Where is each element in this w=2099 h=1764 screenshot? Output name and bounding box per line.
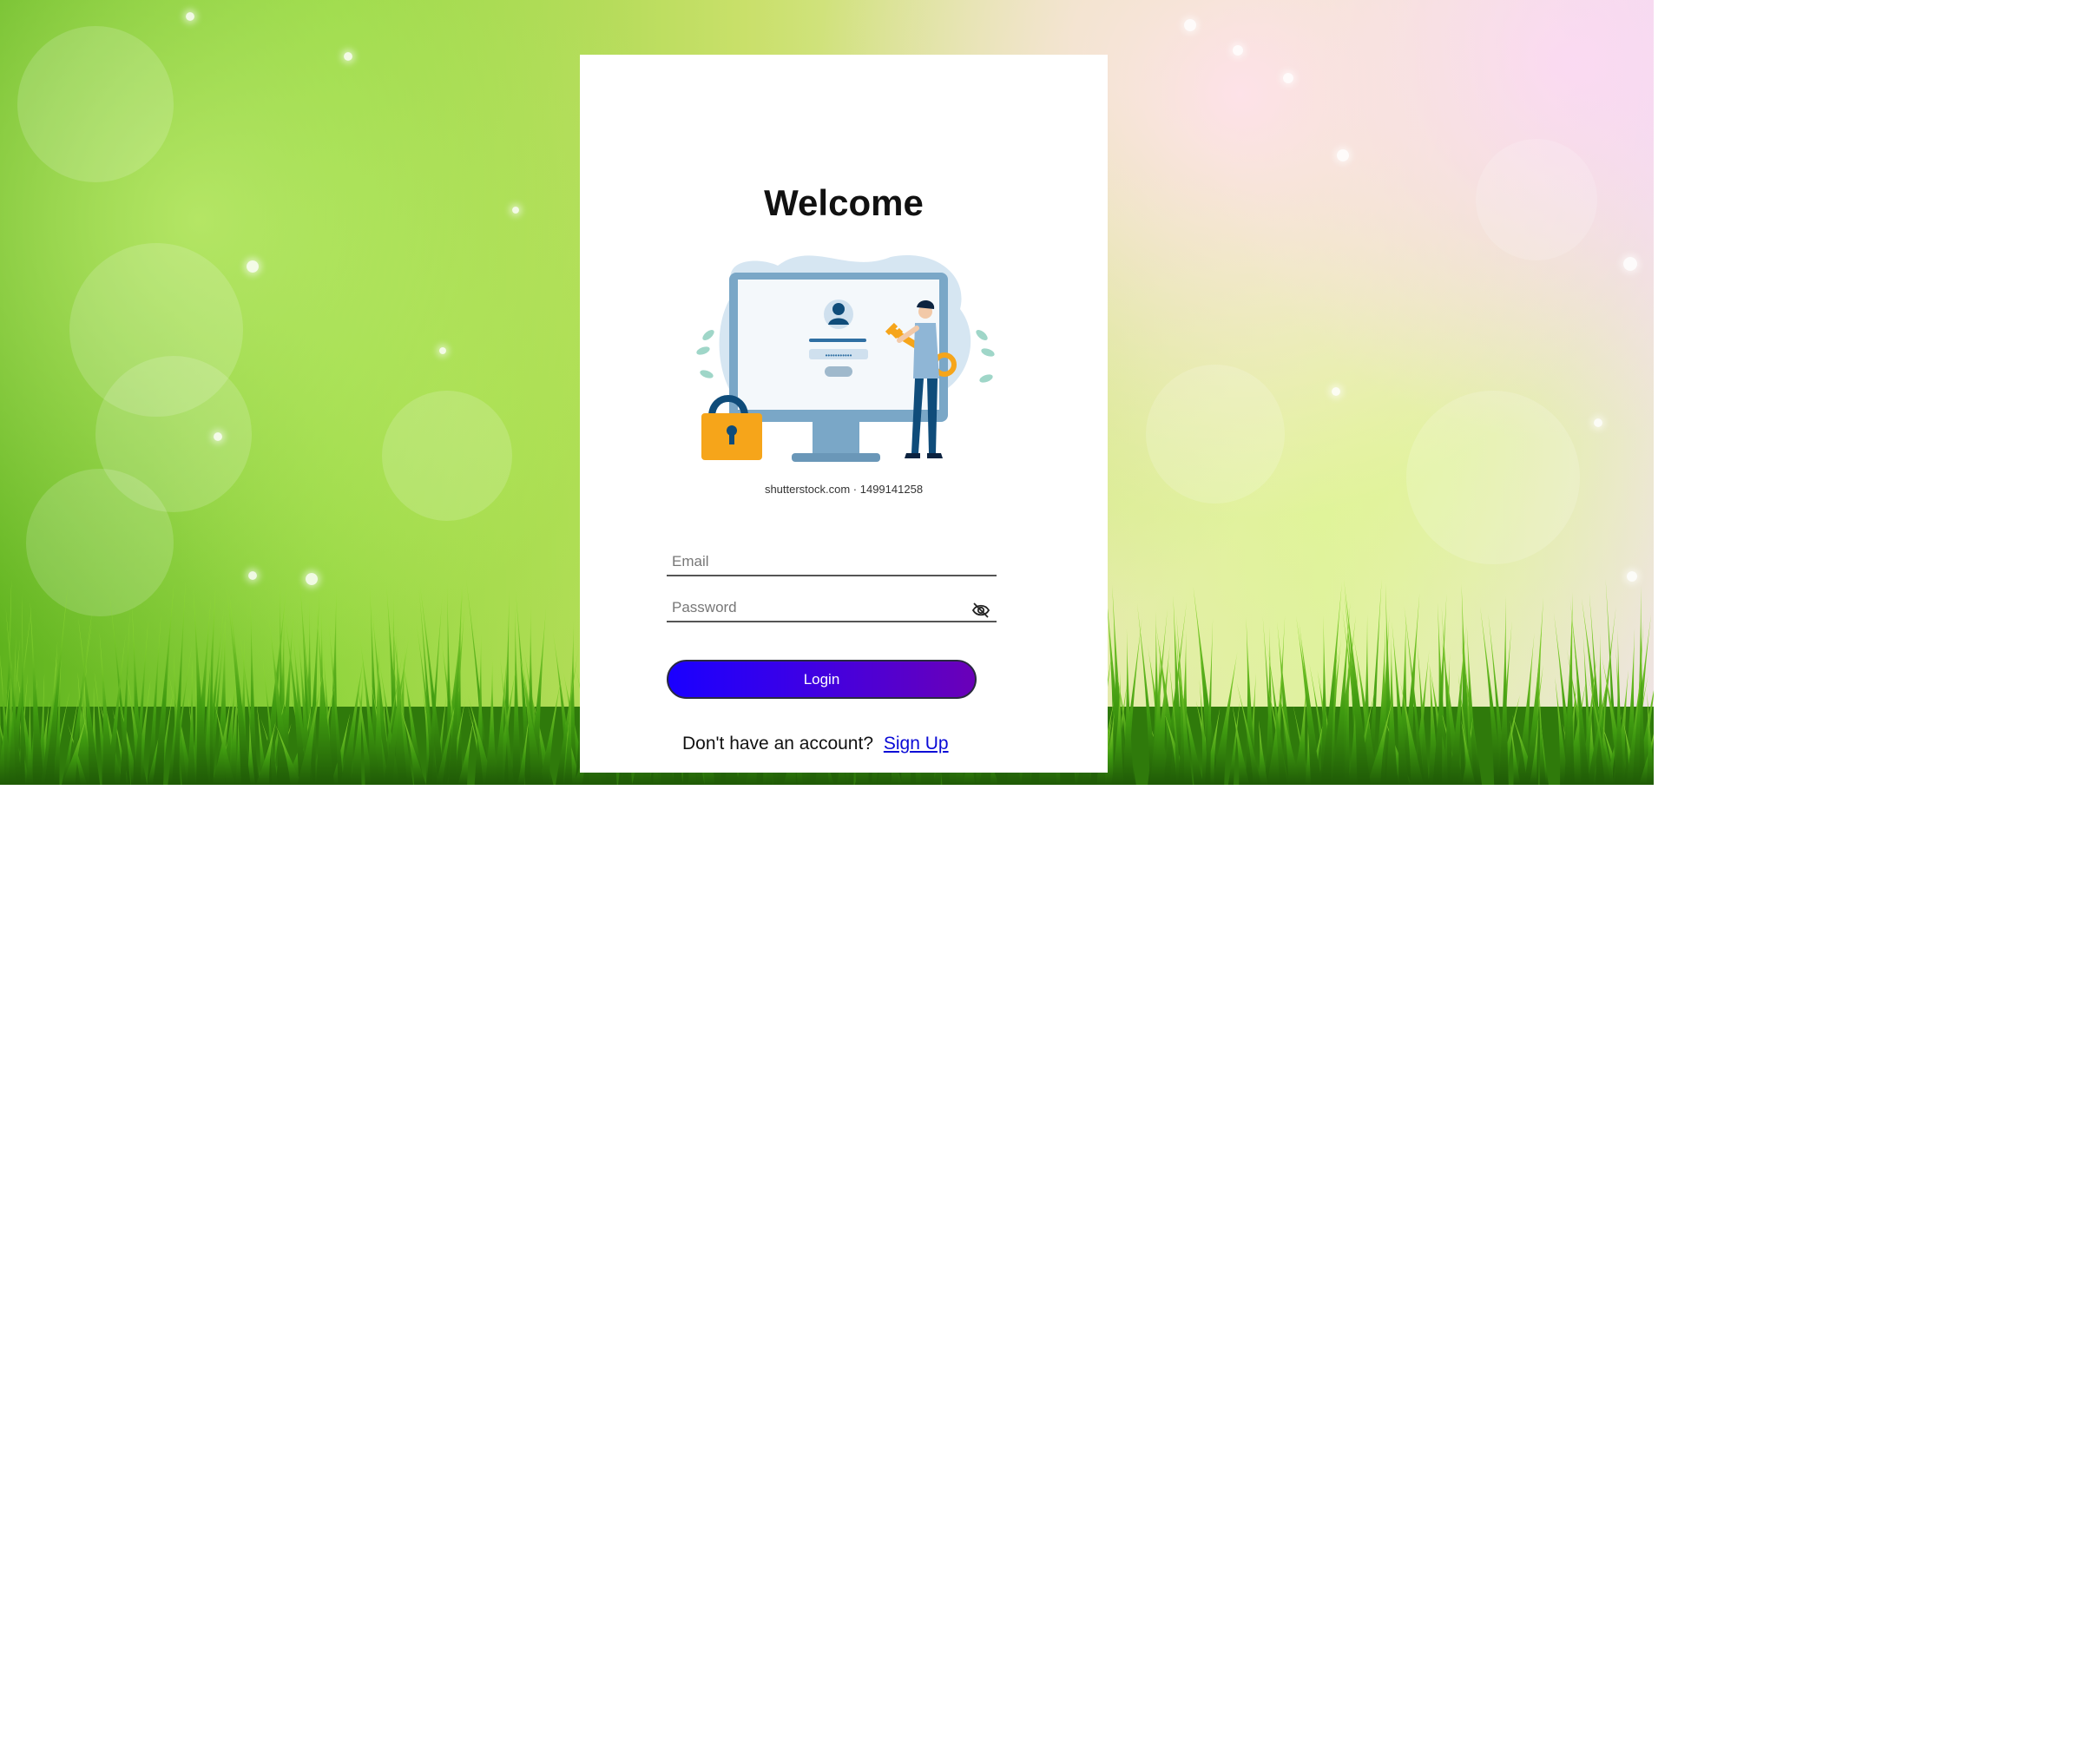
signup-prompt: Don't have an account? Sign Up [682,734,949,754]
email-field[interactable] [667,549,997,576]
svg-text:•••••••••••: ••••••••••• [826,352,852,359]
signup-prompt-text: Don't have an account? [682,734,873,754]
bokeh-light [1406,391,1580,564]
sparkle [1337,149,1349,161]
sparkle [1184,19,1196,31]
sparkle [1283,73,1293,83]
sparkle [512,207,519,214]
sparkle [214,432,222,441]
page-title: Welcome [764,182,924,223]
sparkle [439,347,446,354]
sparkle [1233,45,1243,56]
sparkle [1332,387,1340,396]
bokeh-light [382,391,512,521]
sparkle [186,12,194,21]
sparkle [247,260,259,273]
grass-blade [511,603,522,785]
bokeh-light [1146,365,1285,504]
sparkle [1594,418,1602,427]
sparkle [344,52,352,61]
bokeh-light [17,26,174,182]
eye-slash-icon[interactable] [971,602,990,619]
image-credit: shutterstock.com · 1499141258 [764,483,924,496]
grass-blade [19,593,26,785]
login-card: Welcome ••••••••••• shutterstock.com · 1… [580,55,1108,773]
sparkle [1623,257,1637,271]
login-illustration: ••••••••••• [696,255,995,462]
signup-link[interactable]: Sign Up [884,734,949,754]
login-button[interactable]: Login [667,660,977,699]
password-field[interactable] [667,595,997,622]
bokeh-light [1476,139,1597,260]
